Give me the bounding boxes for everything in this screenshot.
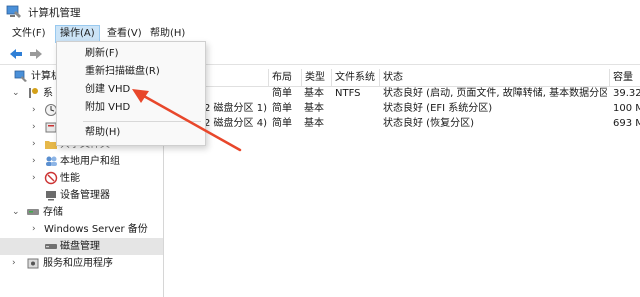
cell-type: 基本 bbox=[304, 118, 324, 129]
tree-label: 系 bbox=[43, 88, 53, 99]
tree-label: Windows Server 备份 bbox=[44, 224, 148, 235]
chevron-right-icon[interactable]: › bbox=[32, 173, 40, 183]
menu-item-label: 刷新(F) bbox=[85, 48, 119, 59]
menu-item-help[interactable]: 帮助(H) bbox=[57, 124, 205, 142]
tree-item-performance[interactable]: › 性能 bbox=[0, 170, 163, 187]
cell-layout: 简单 bbox=[272, 118, 292, 129]
column-header-status[interactable]: 状态 bbox=[379, 69, 611, 86]
chevron-right-icon[interactable]: › bbox=[32, 105, 40, 115]
menu-help[interactable]: 帮助(H) bbox=[146, 26, 189, 42]
tree-label: 磁盘管理 bbox=[60, 241, 100, 252]
cell-layout: 简单 bbox=[272, 88, 292, 99]
tree-label: 服务和应用程序 bbox=[43, 258, 113, 269]
menu-item-label: 帮助(H) bbox=[85, 127, 121, 138]
menu-item-create-vhd[interactable]: 创建 VHD bbox=[57, 81, 205, 99]
users-icon bbox=[46, 156, 57, 166]
computer-management-icon bbox=[14, 70, 27, 82]
action-menu-dropdown: 刷新(F) 重新扫描磁盘(R) 创建 VHD 附加 VHD 帮助(H) bbox=[56, 41, 206, 146]
column-header-type[interactable]: 类型 bbox=[301, 69, 331, 86]
services-icon bbox=[27, 258, 39, 269]
column-header-filesystem[interactable]: 文件系统 bbox=[331, 69, 379, 86]
tree-label: 性能 bbox=[60, 173, 80, 184]
cell-status: 状态良好 (启动, 页面文件, 故障转储, 基本数据分区) bbox=[383, 88, 607, 99]
chevron-down-icon[interactable]: ⌄ bbox=[12, 207, 20, 217]
chevron-right-icon[interactable]: › bbox=[32, 224, 40, 234]
tools-icon bbox=[29, 88, 38, 98]
forward-arrow-icon[interactable] bbox=[28, 47, 44, 61]
cell-status: 状态良好 (恢复分区) bbox=[383, 118, 474, 129]
window-title: 计算机管理 bbox=[28, 7, 81, 19]
cell-status: 状态良好 (EFI 系统分区) bbox=[383, 103, 493, 114]
menu-item-refresh[interactable]: 刷新(F) bbox=[57, 45, 205, 63]
performance-icon bbox=[44, 171, 58, 185]
menu-item-label: 重新扫描磁盘(R) bbox=[85, 66, 160, 77]
tree-item-disk-management[interactable]: 磁盘管理 bbox=[0, 238, 163, 255]
list-header: 布局 类型 文件系统 状态 容量 bbox=[164, 69, 640, 87]
storage-icon bbox=[27, 209, 39, 215]
tree-label: 存储 bbox=[43, 207, 63, 218]
column-header-layout[interactable]: 布局 bbox=[268, 69, 302, 86]
cell-capacity: 100 M bbox=[613, 103, 640, 114]
cell-capacity: 693 M bbox=[613, 118, 640, 129]
menu-item-rescan-disks[interactable]: 重新扫描磁盘(R) bbox=[57, 63, 205, 81]
cell-type: 基本 bbox=[304, 88, 324, 99]
chevron-right-icon[interactable]: › bbox=[32, 139, 40, 149]
cell-layout: 简单 bbox=[272, 103, 292, 114]
tree-item-local-users[interactable]: › 本地用户和组 bbox=[0, 153, 163, 170]
tree-label: 本地用户和组 bbox=[60, 156, 120, 167]
tree-item-storage[interactable]: ⌄ 存储 bbox=[0, 204, 163, 221]
tree-item-services[interactable]: › 服务和应用程序 bbox=[0, 255, 163, 272]
menu-item-label: 附加 VHD bbox=[85, 102, 131, 113]
title-bar: 计算机管理 bbox=[0, 0, 640, 24]
cell-type: 基本 bbox=[304, 103, 324, 114]
cell-filesystem: NTFS bbox=[335, 88, 361, 99]
volume-list: 布局 类型 文件系统 状态 容量 简单 基本 NTFS 状态良好 (启动, 页面… bbox=[164, 66, 640, 297]
device-manager-icon bbox=[46, 191, 56, 201]
chevron-right-icon[interactable]: › bbox=[32, 156, 40, 166]
back-arrow-icon[interactable] bbox=[8, 47, 24, 61]
tree-label: 设备管理器 bbox=[60, 190, 110, 201]
tree-item-windows-backup[interactable]: › Windows Server 备份 bbox=[0, 221, 163, 238]
chevron-down-icon[interactable]: ⌄ bbox=[12, 88, 20, 98]
menu-item-label: 创建 VHD bbox=[85, 84, 131, 95]
computer-management-icon bbox=[6, 5, 21, 18]
column-header-capacity[interactable]: 容量 bbox=[609, 69, 640, 86]
menu-file[interactable]: 文件(F) bbox=[8, 26, 50, 42]
menu-separator bbox=[83, 121, 201, 122]
menu-item-attach-vhd[interactable]: 附加 VHD bbox=[57, 99, 205, 117]
menu-view[interactable]: 查看(V) bbox=[103, 26, 146, 42]
chevron-right-icon[interactable]: › bbox=[12, 258, 20, 268]
disk-management-icon bbox=[45, 244, 57, 249]
cell-capacity: 39.32 bbox=[613, 88, 640, 99]
chevron-right-icon[interactable]: › bbox=[32, 122, 40, 132]
tree-item-device-manager[interactable]: 设备管理器 bbox=[0, 187, 163, 204]
